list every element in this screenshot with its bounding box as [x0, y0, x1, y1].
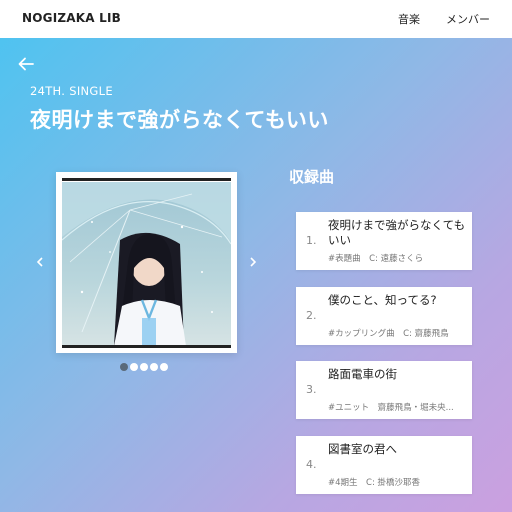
- carousel-indicator: [120, 363, 168, 371]
- track-number: 1.: [306, 234, 317, 247]
- single-number-label: 24TH. SINGLE: [30, 84, 113, 98]
- track-meta: #4期生 C: 掛橋沙耶香: [328, 478, 421, 488]
- jacket-top-band: [62, 178, 231, 181]
- carousel-prev-button[interactable]: [33, 254, 47, 270]
- track-title: 夜明けまで強がらなくてもいい: [328, 218, 466, 247]
- track-number: 3.: [306, 383, 317, 396]
- main-nav: 音楽 メンバー: [398, 11, 490, 27]
- site-logo[interactable]: NOGIZAKA LIB: [22, 11, 121, 25]
- track-title: 図書室の君へ: [328, 442, 397, 456]
- carousel-dot[interactable]: [130, 363, 138, 371]
- carousel-dot[interactable]: [160, 363, 168, 371]
- top-navigation-bar: NOGIZAKA LIB 音楽 メンバー: [0, 0, 512, 38]
- track-item-3[interactable]: 3. 路面電車の街 #ユニット 齋藤飛鳥・堀未央...: [296, 361, 472, 419]
- track-item-1[interactable]: 1. 夜明けまで強がらなくてもいい #表題曲 C: 遠藤さくら: [296, 212, 472, 270]
- track-meta: #ユニット 齋藤飛鳥・堀未央...: [328, 403, 454, 413]
- carousel-next-button[interactable]: [246, 254, 260, 270]
- nav-link-music[interactable]: 音楽: [398, 11, 420, 27]
- track-number: 2.: [306, 309, 317, 322]
- track-title: 僕のこと、知ってる?: [328, 293, 437, 307]
- carousel-dot[interactable]: [150, 363, 158, 371]
- track-number: 4.: [306, 458, 317, 471]
- carousel-dot[interactable]: [120, 363, 128, 371]
- single-title: 夜明けまで強がらなくてもいい: [30, 108, 329, 132]
- chevron-right-icon: [250, 257, 257, 267]
- jacket-photo-art: [62, 182, 231, 346]
- jacket-photo: [62, 182, 231, 346]
- track-item-2[interactable]: 2. 僕のこと、知ってる? #カップリング曲 C: 齋藤飛鳥: [296, 287, 472, 345]
- single-jacket-image[interactable]: [56, 172, 237, 353]
- track-item-4[interactable]: 4. 図書室の君へ #4期生 C: 掛橋沙耶香: [296, 436, 472, 494]
- carousel-dot[interactable]: [140, 363, 148, 371]
- back-button[interactable]: [16, 54, 36, 74]
- tracklist-heading: 収録曲: [289, 168, 335, 186]
- chevron-left-icon: [36, 257, 43, 267]
- track-meta: #カップリング曲 C: 齋藤飛鳥: [328, 329, 449, 339]
- arrow-left-icon: [18, 57, 34, 71]
- track-meta: #表題曲 C: 遠藤さくら: [328, 254, 424, 264]
- single-detail-panel: 24TH. SINGLE 夜明けまで強がらなくてもいい 収録曲 1. 夜明けまで…: [0, 38, 512, 512]
- nav-link-members[interactable]: メンバー: [446, 11, 490, 27]
- jacket-bottom-band: [62, 345, 231, 348]
- track-title: 路面電車の街: [328, 367, 397, 381]
